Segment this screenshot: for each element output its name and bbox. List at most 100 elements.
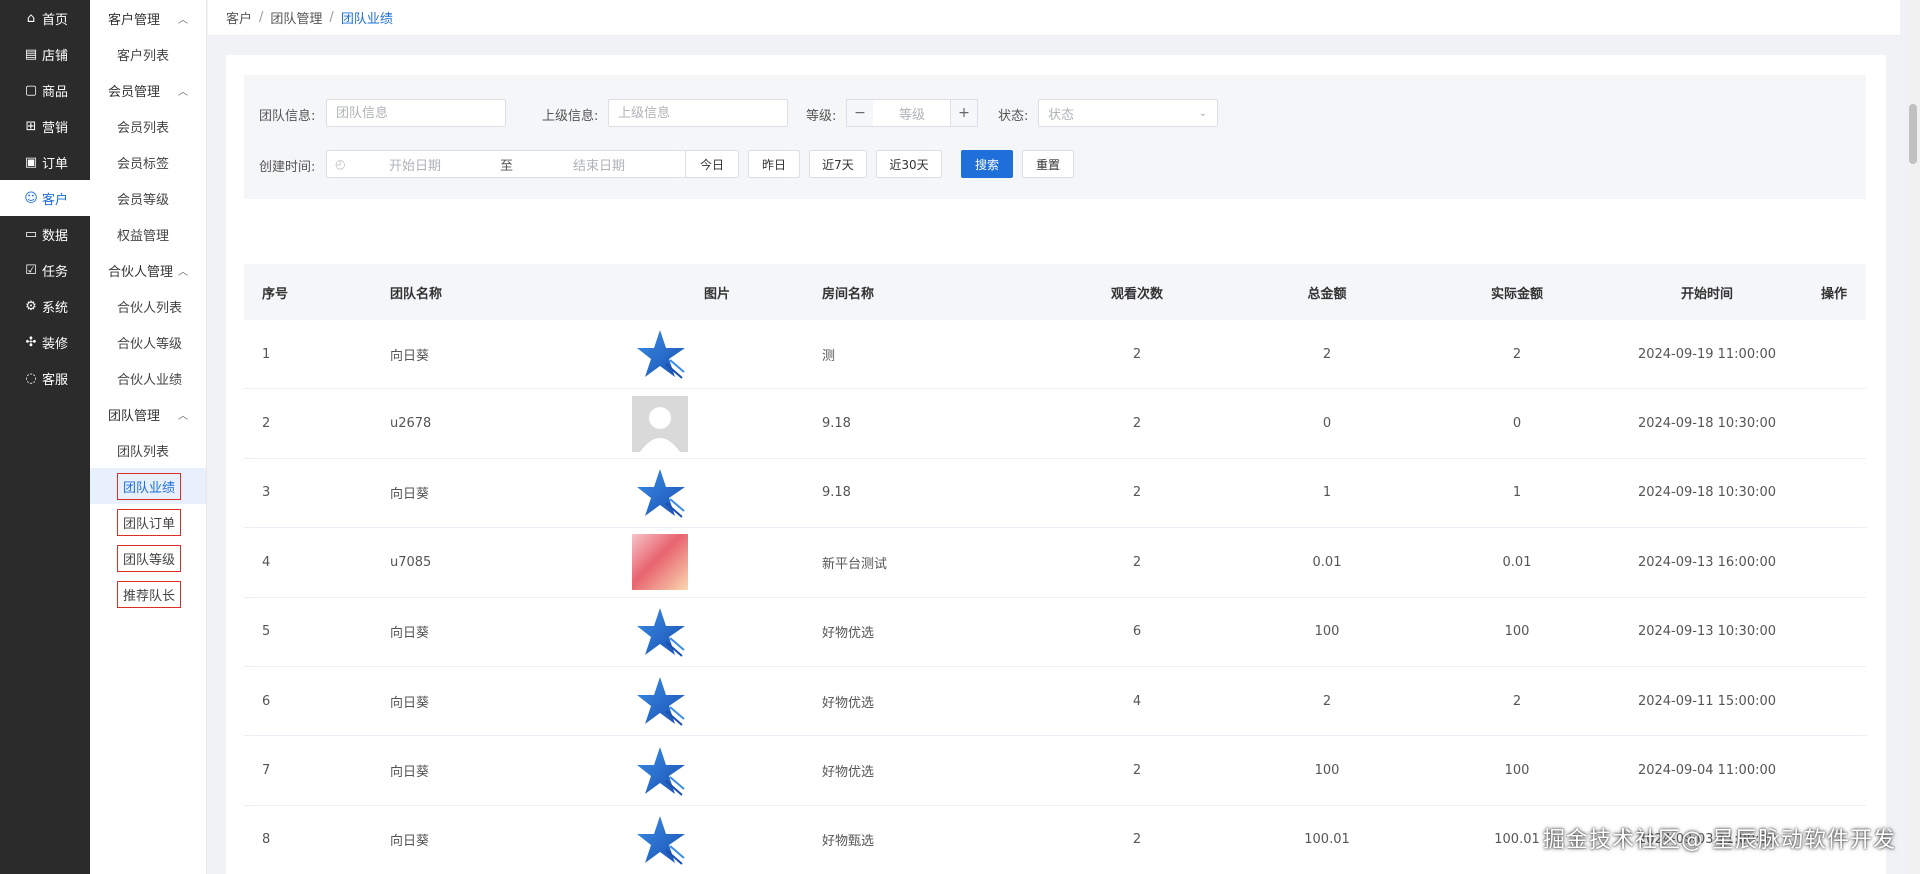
sub-nav-group-1[interactable]: 会员管理 ︿ (90, 72, 206, 108)
breadcrumb-item-team-management[interactable]: 团队管理 (270, 8, 322, 27)
primary-nav-item-9[interactable]: ✣ 装修 (0, 324, 90, 360)
table-row: 5 向日葵 好物优选 6 100 100 2024-09-13 10:30:00 (244, 598, 1866, 667)
primary-nav-label: 营销 (42, 120, 69, 136)
cell-actual-amount: 2 (1512, 693, 1522, 709)
page-scrollbar[interactable] (1906, 0, 1920, 874)
cell-room-name: 新平台测试 (822, 556, 888, 572)
level-decrement-button[interactable]: − (846, 99, 874, 127)
sub-nav-item-label: 会员等级 (117, 192, 170, 208)
plus-icon: + (958, 105, 970, 121)
level-increment-button[interactable]: + (950, 99, 978, 127)
breadcrumb-item-customer[interactable]: 客户 (226, 8, 252, 27)
store-icon: ▤ (24, 46, 38, 62)
col-header-room-name: 房间名称 (822, 286, 875, 302)
scrollbar-thumb[interactable] (1909, 104, 1917, 164)
sub-nav-group-0[interactable]: 客户管理 ︿ (90, 0, 206, 36)
breadcrumb-item-team-performance: 团队业绩 (340, 12, 393, 27)
cell-team-name: 向日葵 (390, 487, 430, 503)
star-logo-image (632, 673, 688, 729)
sub-nav-item-label: 团队等级 (117, 544, 182, 572)
cell-image (632, 465, 822, 521)
primary-nav-label: 任务 (42, 264, 69, 280)
cell-no: 7 (262, 763, 271, 779)
sub-nav-group-2[interactable]: 合伙人管理 ︿ (90, 252, 206, 288)
cell-team-name: 向日葵 (390, 348, 430, 364)
sub-nav-item-2-2[interactable]: 合伙人业绩 (90, 360, 206, 396)
task-icon: ☑ (25, 262, 37, 278)
quick-30-days-button[interactable]: 近30天 (876, 150, 942, 178)
sub-nav-group-3[interactable]: 团队管理 ︿ (90, 396, 206, 432)
primary-nav-item-0[interactable]: ⌂ 首页 (0, 0, 90, 36)
sub-nav-item-3-1[interactable]: 团队业绩 (90, 468, 206, 504)
system-icon: ⚙ (25, 298, 37, 314)
sub-nav-item-2-0[interactable]: 合伙人列表 (90, 288, 206, 324)
sub-nav-item-3-2[interactable]: 团队订单 (90, 504, 206, 540)
cell-image (632, 743, 822, 799)
primary-nav-label: 订单 (42, 156, 69, 172)
cell-image (632, 812, 822, 868)
primary-nav-item-8[interactable]: ⚙ 系统 (0, 288, 90, 324)
cell-start-time: 2024-09-18 10:30:00 (1637, 485, 1777, 501)
sub-nav-item-1-1[interactable]: 会员标签 (90, 144, 206, 180)
cell-image (632, 326, 822, 382)
level-stepper-input[interactable]: 等级 (873, 99, 951, 127)
breadcrumb-separator: / (259, 10, 264, 25)
cell-views: 2 (1132, 763, 1142, 779)
cell-start-time: 2024-09-13 10:30:00 (1637, 624, 1777, 640)
superior-info-input[interactable] (608, 99, 788, 127)
primary-nav-item-7[interactable]: ☑ 任务 (0, 252, 90, 288)
primary-nav-label: 商品 (42, 84, 69, 100)
primary-nav-item-2[interactable]: ▢ 商品 (0, 72, 90, 108)
quick-yesterday-button[interactable]: 昨日 (748, 150, 800, 178)
status-select[interactable]: 状态 ⌄ (1038, 99, 1218, 127)
end-date-input[interactable]: 结束日期 (573, 155, 625, 174)
chevron-up-icon: ︿ (178, 86, 188, 98)
sub-nav-item-2-1[interactable]: 合伙人等级 (90, 324, 206, 360)
star-logo-image (632, 743, 688, 799)
sub-nav-item-1-2[interactable]: 会员等级 (90, 180, 206, 216)
cell-team-name: 向日葵 (390, 765, 430, 781)
sub-nav-item-label: 合伙人等级 (117, 336, 183, 352)
cell-room-name: 9.18 (822, 485, 851, 501)
sub-nav-item-3-3[interactable]: 团队等级 (90, 540, 206, 576)
primary-nav-item-5[interactable]: ☺ 客户 (0, 180, 90, 216)
home-icon: ⌂ (26, 10, 36, 26)
reset-button[interactable]: 重置 (1022, 150, 1074, 178)
primary-sidebar: ⌂ 首页 ▤ 店铺 ▢ 商品 ⊞ 营销 ▣ 订单 ☺ 客户 ▭ 数据 ☑ 任务 ⚙ 系统 ✣ 装修 ◌ 客服 (0, 0, 90, 874)
cell-total-amount: 1 (1322, 485, 1332, 501)
sub-nav-item-3-0[interactable]: 团队列表 (90, 432, 206, 468)
primary-nav-item-6[interactable]: ▭ 数据 (0, 216, 90, 252)
primary-nav-item-1[interactable]: ▤ 店铺 (0, 36, 90, 72)
chevron-up-icon: ︿ (178, 14, 188, 26)
date-range-picker[interactable]: ◴ 开始日期 至 结束日期 (326, 150, 686, 178)
cell-no: 8 (262, 832, 271, 848)
cell-actual-amount: 100 (1504, 624, 1530, 640)
sub-nav-item-label: 客户列表 (117, 48, 170, 64)
cell-actual-amount: 100 (1504, 763, 1530, 779)
cell-team-name: 向日葵 (390, 834, 430, 850)
sub-nav-item-0-0[interactable]: 客户列表 (90, 36, 206, 72)
primary-nav-item-4[interactable]: ▣ 订单 (0, 144, 90, 180)
chevron-down-icon: ⌄ (1198, 107, 1207, 119)
start-date-input[interactable]: 开始日期 (389, 155, 441, 174)
chevron-up-icon: ︿ (178, 410, 188, 422)
cell-start-time: 2024-09-13 16:00:00 (1637, 554, 1777, 570)
search-button[interactable]: 搜索 (961, 150, 1013, 178)
primary-nav-label: 客服 (42, 372, 69, 388)
order-icon: ▣ (24, 154, 38, 170)
primary-nav-label: 店铺 (42, 48, 69, 64)
cell-room-name: 9.18 (822, 416, 851, 432)
sub-nav-item-1-0[interactable]: 会员列表 (90, 108, 206, 144)
sub-nav-item-1-3[interactable]: 权益管理 (90, 216, 206, 252)
cell-no: 3 (262, 485, 271, 501)
sub-nav-item-3-4[interactable]: 推荐队长 (90, 576, 206, 612)
team-info-input[interactable] (326, 99, 506, 127)
sub-nav-group-label: 合伙人管理 (108, 264, 174, 280)
quick-7-days-button[interactable]: 近7天 (809, 150, 867, 178)
primary-nav-item-10[interactable]: ◌ 客服 (0, 360, 90, 396)
primary-nav-item-3[interactable]: ⊞ 营销 (0, 108, 90, 144)
quick-today-button[interactable]: 今日 (685, 150, 739, 178)
team-info-label: 团队信息: (259, 109, 316, 124)
sub-nav-group-label: 会员管理 (108, 84, 161, 100)
col-header-image: 图片 (704, 286, 731, 302)
